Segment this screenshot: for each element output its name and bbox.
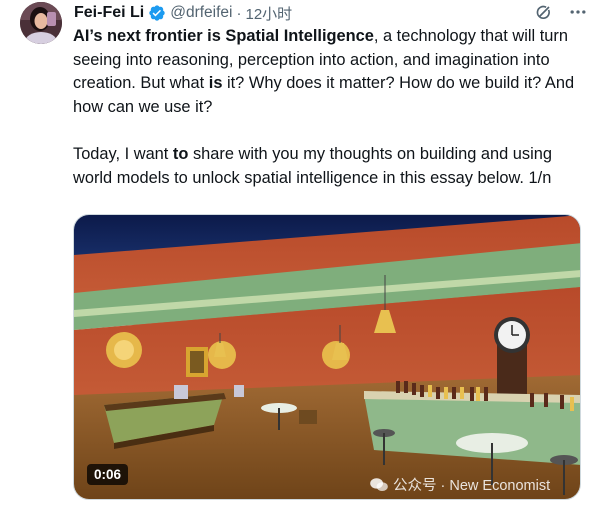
grok-icon[interactable] [534, 2, 554, 22]
avatar[interactable] [20, 2, 62, 44]
bold-text: is [208, 74, 223, 93]
watermark: 公众号 · New Economist [369, 474, 550, 495]
more-icon[interactable] [568, 2, 588, 22]
bold-text: AI’s next frontier is Spatial Intelligen… [73, 27, 374, 45]
watermark-text: 公众号 · New Economist [393, 478, 551, 494]
tweet-header: Fei-Fei Li @drfeifei · 12小时 [74, 2, 586, 24]
tweet-text: AI’s next frontier is Spatial Intelligen… [73, 25, 583, 190]
author-name[interactable]: Fei-Fei Li [74, 4, 144, 22]
text-span: Today, I want [73, 144, 173, 163]
separator-dot: · [236, 4, 242, 22]
video-duration-badge: 0:06 [87, 464, 129, 485]
verified-badge-icon [149, 5, 165, 21]
bold-text: to [172, 144, 189, 163]
video-thumbnail [74, 215, 580, 499]
tweet-actions [534, 2, 588, 22]
timestamp[interactable]: 12小时 [246, 3, 293, 24]
tweet-paragraph-1: AI’s next frontier is Spatial Intelligen… [73, 25, 583, 119]
video-player[interactable] [73, 214, 581, 500]
author-handle[interactable]: @drfeifei [170, 4, 232, 22]
wechat-icon [370, 477, 388, 491]
tweet-paragraph-2: Today, I want to share with you my thoug… [73, 143, 583, 190]
